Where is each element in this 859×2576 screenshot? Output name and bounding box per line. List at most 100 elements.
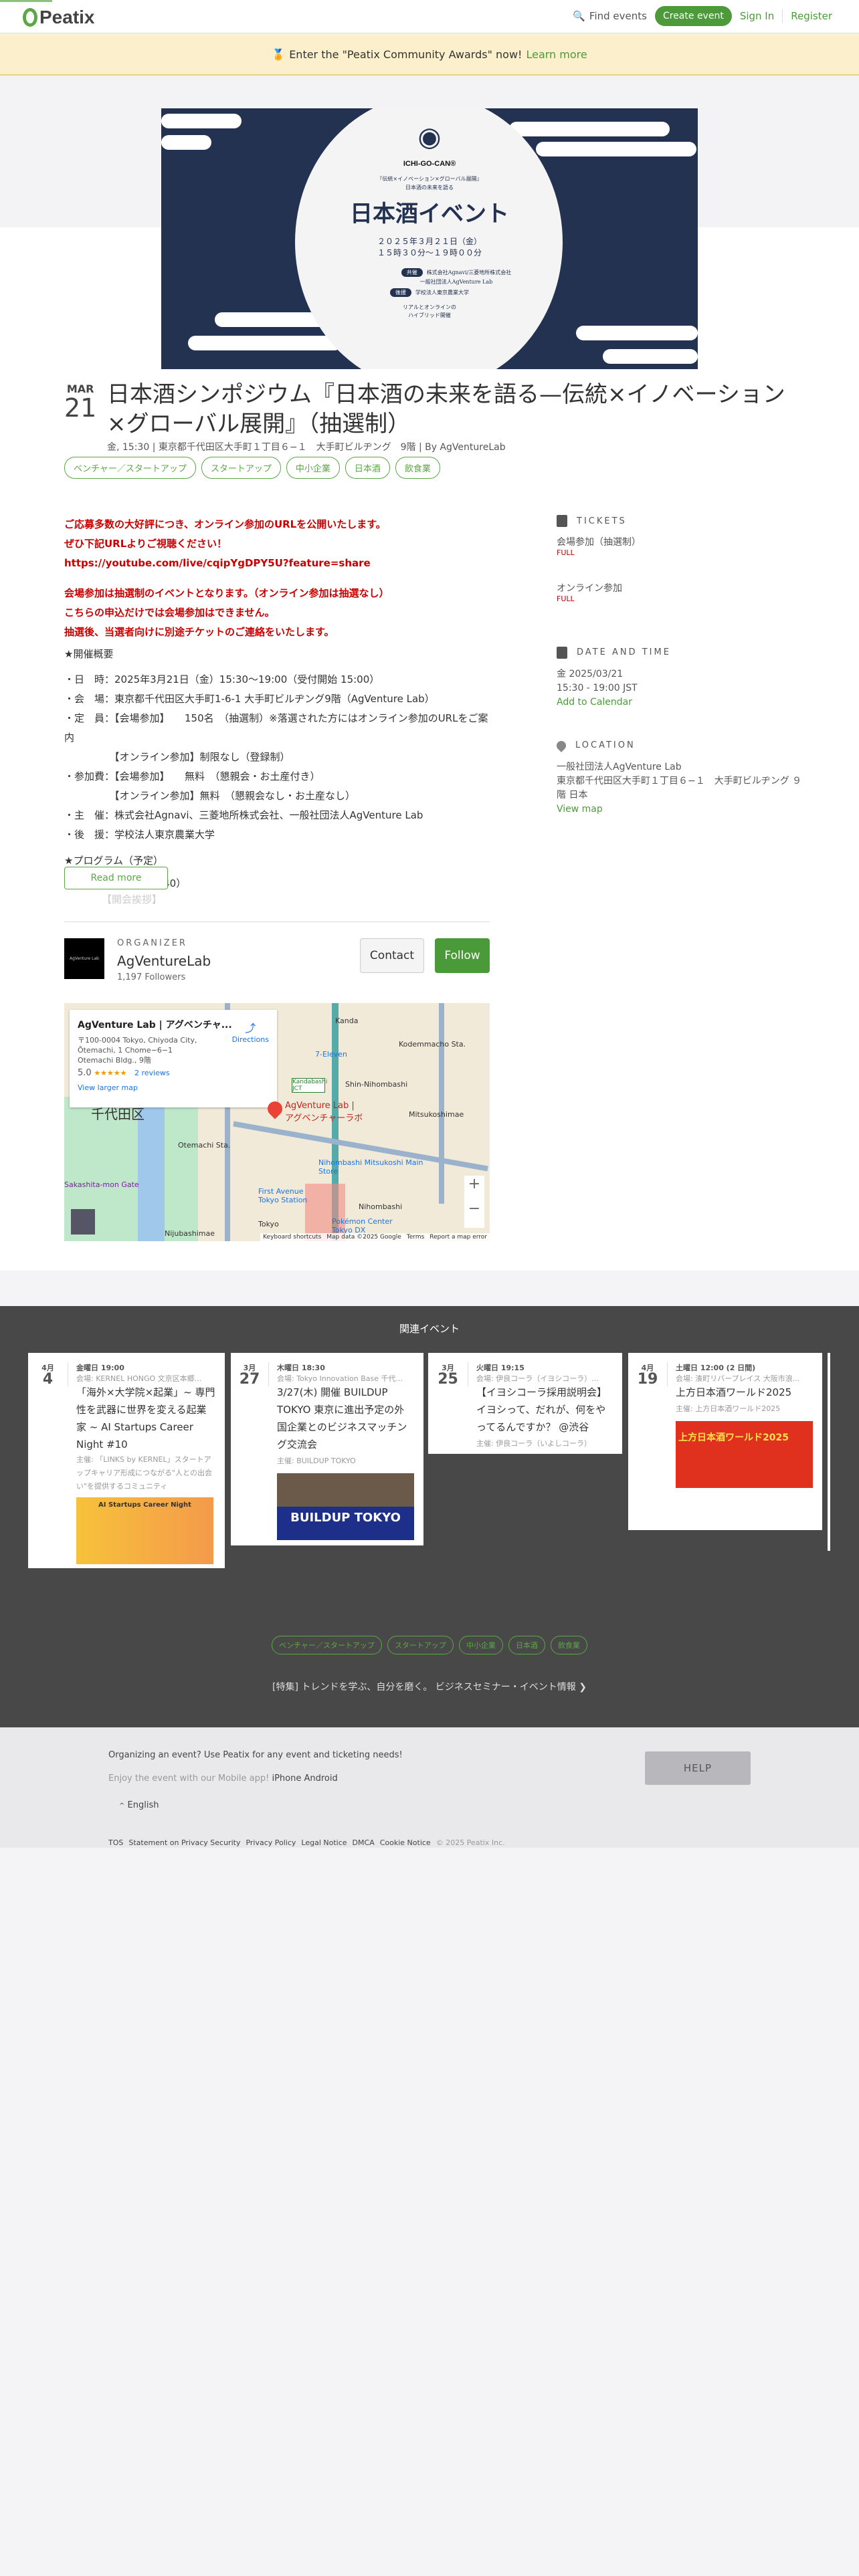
tag-chip[interactable]: 日本酒 (345, 457, 390, 479)
poster-headline: 日本酒イベント (350, 201, 509, 227)
notice-line: こちらの申込だけでは会場参加はできません。 (64, 607, 275, 619)
tag-chip[interactable]: スタートアップ (387, 1636, 454, 1654)
peatix-logo[interactable]: Peatix (23, 7, 95, 28)
ticket-name: 会場参加（抽選制） (557, 537, 641, 548)
directions-icon: ⤴ (245, 1022, 256, 1035)
tag-chip[interactable]: ベンチャー／スタートアップ (64, 457, 196, 479)
report-map-error-link[interactable]: Report a map error (430, 1234, 487, 1241)
related-events-heading: 関連イベント (399, 1323, 460, 1335)
logo-text: Peatix (39, 7, 95, 27)
find-events-link[interactable]: 🔍 Find events (573, 10, 647, 22)
event-tags: ベンチャー／スタートアップ スタートアップ 中小企業 日本酒 飲食業 (64, 457, 440, 479)
organizing-text[interactable]: Organizing an event? Use Peatix for any … (108, 1750, 403, 1760)
venue-name: 一般社団法人AgVenture Lab (557, 762, 682, 772)
overview-line: ・日 時：2025年3月21日（金）15:30〜19:00（受付開始 15:00… (64, 673, 380, 685)
overview-line: ・主 催：株式会社Agnavi、三菱地所株式会社、一般社団法人AgVenture… (64, 809, 423, 821)
location-pin-icon (555, 738, 568, 752)
terms-link[interactable]: Terms (407, 1234, 425, 1241)
poster-format2: ハイブリッド開催 (408, 312, 451, 318)
follow-button[interactable]: Follow (435, 938, 490, 973)
related-event-card[interactable]: 4月 4 金曜日 19:00 会場: KERNEL HONGO 文京区本郷... 「海… (28, 1353, 225, 1568)
satellite-toggle[interactable] (71, 1209, 95, 1235)
reviews-link[interactable]: 2 reviews (134, 1069, 170, 1077)
learn-more-link[interactable]: Learn more (526, 48, 587, 61)
poster-date: ２０２５年３月２１日（金） (377, 237, 482, 246)
map-address: 〒100-0004 Tokyo, Chiyoda City, Ōtemachi,… (78, 1036, 197, 1065)
tag-chip[interactable]: ベンチャー／スタートアップ (272, 1636, 382, 1654)
organizer-name[interactable]: AgVentureLab (117, 953, 211, 969)
related-event-card[interactable]: 3月 27 木曜日 18:30 会場: Tokyo Innovation Base … (231, 1353, 423, 1545)
cookie-notice-link[interactable]: Cookie Notice (380, 1838, 431, 1847)
announcement-text: Enter the "Peatix Community Awards" now! (289, 47, 522, 61)
create-event-button[interactable]: Create event (654, 6, 732, 26)
privacy-policy-link[interactable]: Privacy Policy (246, 1838, 296, 1847)
peatix-logo-icon (23, 8, 37, 27)
next-card-edge (828, 1353, 830, 1551)
tos-link[interactable]: TOS (108, 1838, 123, 1847)
copyright: © 2025 Peatix Inc. (436, 1838, 505, 1847)
footer-links: TOS Statement on Privacy Security Privac… (108, 1838, 505, 1847)
view-map-link[interactable]: View map (557, 802, 811, 817)
overview-line: ・会 場：東京都千代田区大手町1-6-1 大手町ビルヂング9階（AgVentur… (64, 693, 435, 705)
event-time: 15:30 - 19:00 JST (557, 683, 638, 693)
android-link[interactable]: Android (304, 1774, 337, 1784)
poster-support: 後援 学校法人東京農業大学 (161, 288, 698, 297)
keyboard-shortcuts-link[interactable]: Keyboard shortcuts (263, 1234, 321, 1241)
notice-line: ぜひ下記URLよりご視聴ください！ (64, 538, 227, 550)
site-header: Peatix 🔍 Find events Create event Sign In… (0, 0, 859, 33)
ticket-icon (557, 515, 567, 527)
mobile-app-text: Enjoy the event with our Mobile app! iPh… (108, 1774, 338, 1784)
event-description: ご応募多数の大好評につき、オンライン参加のURLを公開いたします。 ぜひ下記UR… (64, 515, 492, 907)
map-place-card: AgVenture Lab | アグベンチャ... ⤴ Directions 〒1… (70, 1010, 277, 1107)
poster-subtitle2: 日本酒の未来を語る (405, 185, 454, 191)
pin-label: AgVenture Lab | アグベンチャーラボ (285, 1101, 363, 1123)
contact-button[interactable]: Contact (360, 938, 424, 973)
related-tags: ベンチャー／スタートアップ スタートアップ 中小企業 日本酒 飲食業 (0, 1636, 859, 1654)
tag-chip[interactable]: スタートアップ (201, 457, 281, 479)
privacy-security-link[interactable]: Statement on Privacy Security (128, 1838, 240, 1847)
event-meta: 金, 15:30 | 東京都千代田区大手町１丁目６−１ 大手町ビルヂング 9階 … (107, 442, 506, 453)
feature-link[interactable]: [特集] トレンドを学ぶ、自分を磨く。 ビジネスセミナー・イベント情報 ❯ (0, 1680, 859, 1693)
organizer-followers: 1,197 Followers (117, 972, 186, 982)
organizer-avatar[interactable]: AgVenture Lab (64, 938, 104, 979)
view-larger-map-link[interactable]: View larger map (78, 1083, 269, 1092)
tag-chip[interactable]: 飲食業 (395, 457, 440, 479)
sign-in-link[interactable]: Sign In (740, 10, 774, 22)
progress-bar (0, 0, 52, 2)
tag-chip[interactable]: 飲食業 (550, 1636, 587, 1654)
tag-chip[interactable]: 中小企業 (286, 457, 340, 479)
event-date-badge: MAR 21 (64, 383, 97, 423)
google-map[interactable]: Kanda Kodemmacho Sta. 7-Eleven Shin-Niho… (64, 1003, 490, 1241)
read-more-button[interactable]: Read more (64, 867, 168, 889)
youtube-link[interactable]: https://youtube.com/live/cqipYgDPY5U?fea… (64, 554, 492, 573)
event-title: 日本酒シンポジウム『日本酒の未来を語る—伝統×イノベーション×グローバル展開』（… (107, 381, 785, 437)
map-data-text: Map data ©2025 Google (326, 1234, 401, 1241)
legal-notice-link[interactable]: Legal Notice (301, 1838, 347, 1847)
directions-link[interactable]: ⤴ Directions (232, 1019, 269, 1044)
help-button[interactable]: HELP (645, 1751, 751, 1785)
dmca-link[interactable]: DMCA (353, 1838, 375, 1847)
map-footer: Keyboard shortcuts Map data ©2025 Google… (260, 1233, 490, 1241)
zoom-in-button[interactable]: + (464, 1176, 484, 1192)
tag-chip[interactable]: 日本酒 (508, 1636, 545, 1654)
zoom-out-button[interactable]: − (464, 1200, 484, 1217)
header-nav: 🔍 Find events Create event Sign In Regist… (573, 6, 832, 26)
divider (782, 9, 783, 23)
related-event-card[interactable]: 3月 25 火曜日 19:15 会場: 伊良コーラ（イヨシコーラ）... 【イヨシコー… (428, 1353, 622, 1454)
tag-chip[interactable]: 中小企業 (458, 1636, 503, 1654)
event-thumbnail: AI Startups Career Night (76, 1497, 213, 1564)
poster-subtitle: 『伝統×イノベーション×グローバル展開』 (377, 176, 482, 182)
related-event-card[interactable]: 4月 19 土曜日 12:00 (2 日間) 会場: 湊町リバープレイス 大阪市浪.… (628, 1353, 822, 1530)
register-link[interactable]: Register (791, 10, 832, 22)
event-thumbnail: 上方日本酒ワールド2025 (676, 1421, 813, 1488)
overview-line: 【オンライン参加】制限なし（登録制） (64, 751, 290, 763)
notice-line: 会場参加は抽選制のイベントとなります。（オンライン参加は抽選なし） (64, 587, 389, 599)
iphone-link[interactable]: iPhone (272, 1774, 301, 1784)
rating-stars: ★★★★★ (94, 1069, 127, 1077)
notice-line: ご応募多数の大好評につき、オンライン参加のURLを公開いたします。 (64, 518, 386, 530)
calendar-icon (557, 646, 567, 659)
add-to-calendar-link[interactable]: Add to Calendar (557, 695, 811, 710)
date-section: DATE AND TIME 金 2025/03/21 15:30 - 19:00… (557, 645, 811, 710)
announcement-banner: 🏅 Enter the "Peatix Community Awards" no… (0, 34, 859, 76)
language-selector[interactable]: ^ English (119, 1800, 159, 1810)
